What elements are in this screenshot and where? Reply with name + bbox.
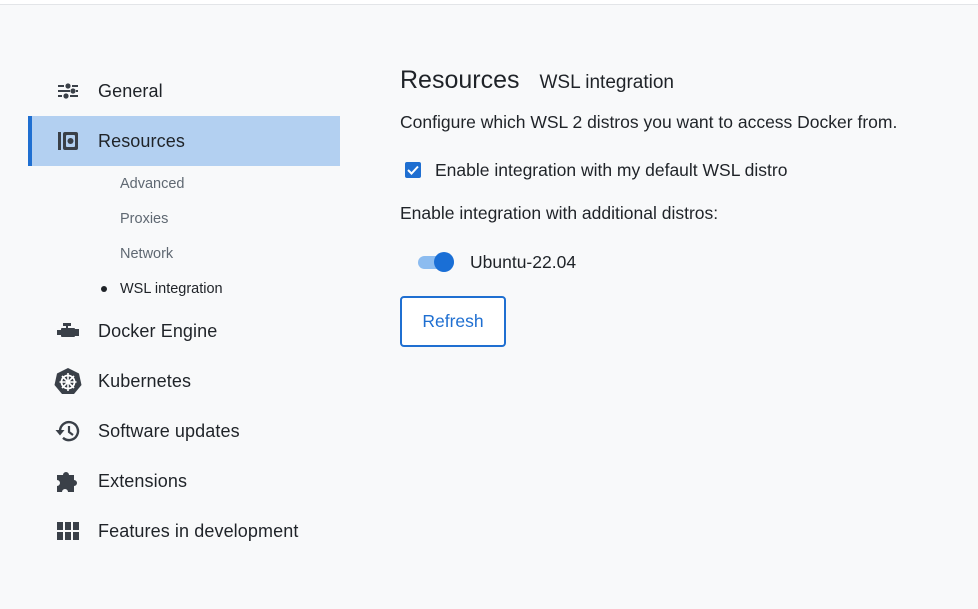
settings-sidebar: General Resources Advanced Proxies Netwo… <box>28 66 340 556</box>
sidebar-item-kubernetes[interactable]: Kubernetes <box>28 356 340 406</box>
sidebar-item-general[interactable]: General <box>28 66 340 116</box>
sidebar-item-resources[interactable]: Resources <box>28 116 340 166</box>
distro-row: Ubuntu-22.04 <box>400 250 960 274</box>
current-page-indicator <box>101 285 107 292</box>
sidebar-item-extensions[interactable]: Extensions <box>28 456 340 506</box>
sidebar-item-docker-engine[interactable]: Docker Engine <box>28 306 340 356</box>
sidebar-subitem-label: Proxies <box>120 210 169 227</box>
history-icon <box>54 417 82 445</box>
sidebar-item-label: Software updates <box>98 420 240 441</box>
distro-name: Ubuntu-22.04 <box>470 251 577 272</box>
default-distro-label[interactable]: Enable integration with my default WSL d… <box>435 160 787 181</box>
sidebar-subitem-wsl-integration[interactable]: WSL integration <box>28 271 340 306</box>
sidebar-subitem-label: Network <box>120 245 174 262</box>
page-description: Configure which WSL 2 distros you want t… <box>400 112 898 132</box>
page-subtitle: WSL integration <box>539 72 674 93</box>
sidebar-item-label: General <box>98 80 163 101</box>
puzzle-icon <box>54 467 82 495</box>
toggle-thumb <box>434 252 454 272</box>
page-title: Resources <box>400 66 520 94</box>
sidebar-item-label: Features in development <box>98 520 299 541</box>
sidebar-item-label: Docker Engine <box>98 320 218 341</box>
sidebar-subitem-network[interactable]: Network <box>28 236 340 271</box>
sidebar-subitem-proxies[interactable]: Proxies <box>28 201 340 236</box>
checkmark-icon <box>407 165 419 175</box>
page-heading: Resources WSL integration <box>400 66 960 100</box>
wsl-integration-panel: Resources WSL integration Configure whic… <box>400 66 960 347</box>
sidebar-subitem-label: WSL integration <box>120 280 223 297</box>
sliders-icon <box>54 77 82 105</box>
sidebar-item-label: Kubernetes <box>98 370 192 391</box>
grid-icon <box>54 517 82 545</box>
engine-icon <box>54 317 82 345</box>
sidebar-subitem-label: Advanced <box>120 175 185 192</box>
additional-distros-label: Enable integration with additional distr… <box>400 203 719 223</box>
distro-toggle[interactable] <box>418 250 456 274</box>
window-top-bar <box>0 0 978 5</box>
resources-icon <box>54 127 82 155</box>
sidebar-subitem-advanced[interactable]: Advanced <box>28 166 340 201</box>
default-distro-checkbox[interactable] <box>405 162 421 178</box>
kubernetes-icon <box>54 367 82 395</box>
refresh-button[interactable]: Refresh <box>400 296 506 347</box>
sidebar-item-label: Resources <box>98 130 185 151</box>
default-distro-option: Enable integration with my default WSL d… <box>400 159 960 181</box>
sidebar-item-features-in-development[interactable]: Features in development <box>28 506 340 556</box>
sidebar-item-label: Extensions <box>98 470 188 491</box>
sidebar-item-software-updates[interactable]: Software updates <box>28 406 340 456</box>
